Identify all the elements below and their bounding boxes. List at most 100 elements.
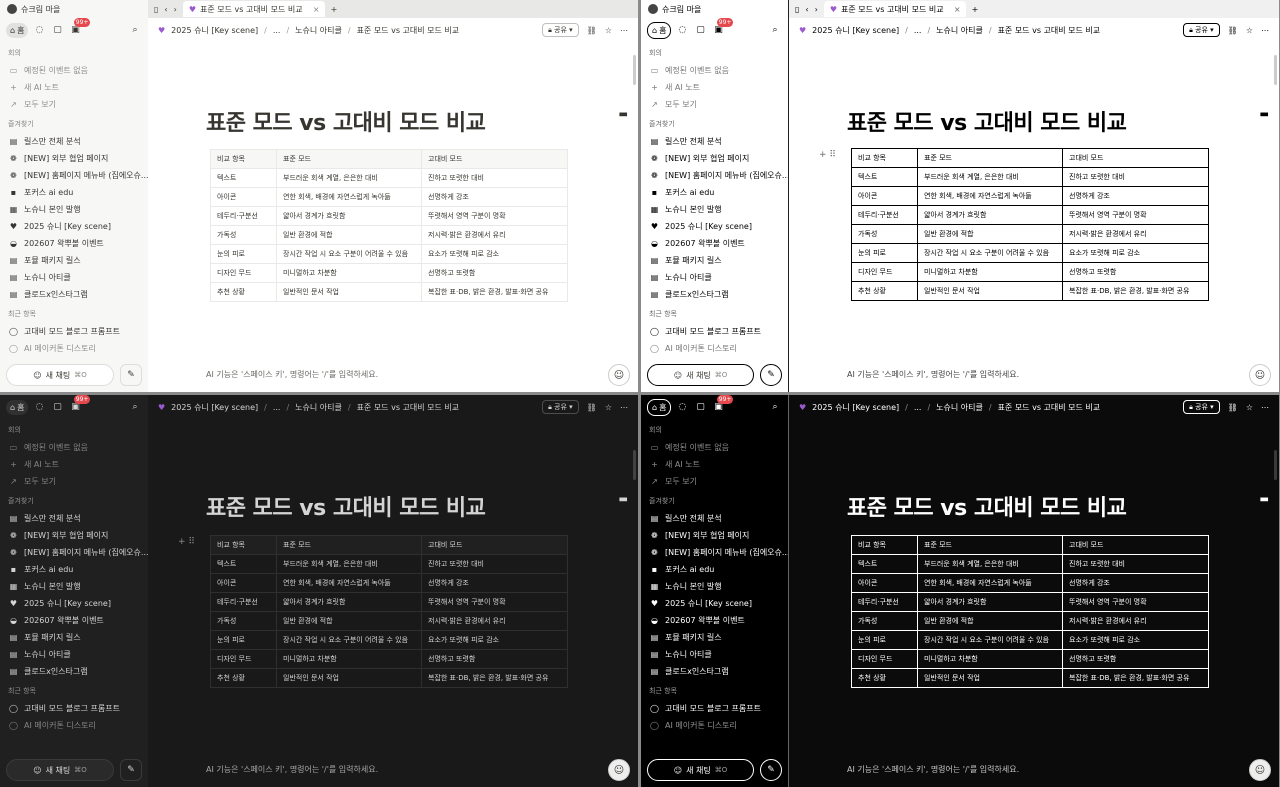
table-cell[interactable]: 얇아서 경계가 흐릿함: [917, 592, 1063, 612]
sidebar-item[interactable]: ▦ 노슈니 본인 발행: [641, 201, 788, 218]
table-cell[interactable]: 선명하게 강조: [1062, 573, 1209, 593]
table-cell[interactable]: 추천 상황: [851, 668, 918, 688]
outline-icon[interactable]: ▬: [619, 109, 628, 120]
sidebar-item[interactable]: ▭ 예정된 이벤트 없음: [0, 62, 148, 79]
sidebar-item[interactable]: ▪ 포커스 ai edu: [641, 561, 788, 578]
sidebar-item[interactable]: ▤ 클로드x인스타그램: [0, 663, 148, 680]
table-cell[interactable]: 선명하고 또렷함: [421, 649, 568, 669]
notes-icon[interactable]: ▢: [693, 400, 707, 414]
home-button[interactable]: ⌂ 홈: [647, 398, 672, 416]
table-cell[interactable]: 선명하게 강조: [421, 573, 568, 593]
table-cell[interactable]: 아이콘: [851, 573, 918, 593]
sidebar-item[interactable]: ▤ 클로드x인스타그램: [641, 663, 788, 680]
sidebar-item[interactable]: ◒ 202607 왁뿌볼 이벤트: [641, 612, 788, 629]
search-icon[interactable]: ⌕: [128, 23, 142, 37]
breadcrumb-parent[interactable]: 노슈니 아티클: [936, 402, 983, 413]
sidebar-item[interactable]: ▪ 포커스 ai edu: [0, 184, 148, 201]
table-header-cell[interactable]: 비교 항목: [210, 535, 277, 555]
sidebar-item[interactable]: + 새 AI 노트: [641, 456, 788, 473]
more-icon[interactable]: ⋯: [620, 403, 628, 412]
compose-icon[interactable]: ✎: [760, 759, 782, 781]
table-cell[interactable]: 텍스트: [851, 167, 918, 187]
sidebar-item[interactable]: ❁ [NEW] 홈페이지 메뉴바 (집에오슈...: [0, 167, 148, 184]
search-icon[interactable]: ⌕: [768, 400, 782, 414]
sidebar-toggle-icon[interactable]: ▯: [154, 5, 158, 14]
scrollbar[interactable]: [1274, 55, 1277, 85]
table-cell[interactable]: 선명하고 또렷함: [421, 263, 568, 283]
more-icon[interactable]: ⋯: [1261, 26, 1269, 35]
sidebar-item[interactable]: + 새 AI 노트: [0, 456, 148, 473]
table-cell[interactable]: 진하고 또렷한 대비: [421, 554, 568, 574]
table-cell[interactable]: 테두리·구분선: [851, 592, 918, 612]
table-cell[interactable]: 부드러운 회색 계열, 은은한 대비: [917, 554, 1063, 574]
table-cell[interactable]: 뚜렷해서 영역 구분이 명확: [1062, 205, 1209, 225]
compose-icon[interactable]: ✎: [120, 759, 142, 781]
notes-icon[interactable]: ▢: [693, 23, 707, 37]
search-icon[interactable]: ⌕: [768, 23, 782, 37]
notes-icon[interactable]: ▢: [50, 400, 64, 414]
sidebar-item[interactable]: ▦ 노슈니 본인 발행: [0, 578, 148, 595]
table-cell[interactable]: 연한 회색, 배경에 자연스럽게 녹아듦: [276, 573, 422, 593]
sidebar-item[interactable]: ▤ 노슈니 아티클: [641, 646, 788, 663]
table-cell[interactable]: 디자인 무드: [851, 262, 918, 282]
sidebar-item[interactable]: ↗ 모두 보기: [0, 473, 148, 490]
star-icon[interactable]: ☆: [1246, 403, 1253, 412]
breadcrumb-parent[interactable]: 노슈니 아티클: [295, 25, 342, 36]
sidebar-item[interactable]: ▭ 예정된 이벤트 없음: [641, 439, 788, 456]
breadcrumb-parent[interactable]: 노슈니 아티클: [295, 402, 342, 413]
sidebar-item[interactable]: ◯ 고대비 모드 블로그 프롬프트: [0, 323, 148, 340]
table-cell[interactable]: 추천 상황: [210, 668, 277, 688]
table-cell[interactable]: 저시력·밝은 환경에서 유리: [421, 225, 568, 245]
table-header-cell[interactable]: 비교 항목: [851, 535, 918, 555]
search-icon[interactable]: ⌕: [128, 400, 142, 414]
sidebar-item[interactable]: ❁ [NEW] 외부 협업 페이지: [641, 527, 788, 544]
chat-icon[interactable]: ◌: [32, 23, 46, 37]
sidebar-item[interactable]: ▤ 포뮬 패키지 릴스: [0, 252, 148, 269]
table-cell[interactable]: 복잡한 표·DB, 밝은 환경, 발표·화면 공유: [1062, 281, 1209, 301]
table-cell[interactable]: 아이콘: [210, 187, 277, 207]
sidebar-item[interactable]: ▤ 릴스만 전체 분석: [0, 133, 148, 150]
sidebar-item[interactable]: ▦ 노슈니 본인 발행: [0, 201, 148, 218]
more-icon[interactable]: ⋯: [1261, 403, 1269, 412]
inbox-icon[interactable]: ▣ 99+: [711, 395, 734, 414]
new-chat-button[interactable]: ☺ 새 채팅 ⌘O: [6, 364, 114, 386]
compose-icon[interactable]: ✎: [120, 364, 142, 386]
star-icon[interactable]: ☆: [605, 403, 612, 412]
table-cell[interactable]: 가독성: [210, 611, 277, 631]
table-header-cell[interactable]: 비교 항목: [851, 148, 918, 168]
ai-assistant-icon[interactable]: ☺: [608, 759, 630, 781]
table-header-cell[interactable]: 고대비 모드: [1062, 535, 1209, 555]
sidebar-item[interactable]: ❁ [NEW] 홈페이지 메뉴바 (집에오슈...: [641, 544, 788, 561]
sidebar-item[interactable]: ◯ AI 메이커톤 디스토리: [0, 717, 148, 734]
table-cell[interactable]: 연한 회색, 배경에 자연스럽게 녹아듦: [917, 573, 1063, 593]
sidebar-item[interactable]: ▤ 포뮬 패키지 릴스: [641, 629, 788, 646]
sidebar-item[interactable]: ◒ 202607 왁뿌볼 이벤트: [0, 612, 148, 629]
table-cell[interactable]: 선명하고 또렷함: [1062, 262, 1209, 282]
close-icon[interactable]: ×: [954, 5, 961, 14]
sidebar-item[interactable]: ◯ AI 메이커톤 디스토리: [641, 717, 788, 734]
sidebar-item[interactable]: + 새 AI 노트: [0, 79, 148, 96]
share-button[interactable]: 🔒︎ 공유 ▾: [542, 400, 579, 414]
table-header-cell[interactable]: 표준 모드: [917, 535, 1063, 555]
table-cell[interactable]: 눈의 피로: [210, 244, 277, 264]
table-cell[interactable]: 장시간 작업 시 요소 구분이 어려울 수 있음: [917, 243, 1063, 263]
scrollbar[interactable]: [633, 55, 636, 85]
table-cell[interactable]: 일반 환경에 적합: [917, 611, 1063, 631]
share-button[interactable]: 🔒︎ 공유 ▾: [1183, 23, 1220, 37]
compose-icon[interactable]: ✎: [760, 364, 782, 386]
table-cell[interactable]: 일반적인 문서 작업: [276, 282, 422, 302]
sidebar-item[interactable]: ❁ [NEW] 외부 협업 페이지: [0, 527, 148, 544]
table-cell[interactable]: 미니멀하고 차분함: [917, 262, 1063, 282]
sidebar-item[interactable]: ▪ 포커스 ai edu: [641, 184, 788, 201]
link-icon[interactable]: ⛓: [587, 26, 597, 35]
table-cell[interactable]: 연한 회색, 배경에 자연스럽게 녹아듦: [276, 187, 422, 207]
new-chat-button[interactable]: ☺ 새 채팅 ⌘O: [647, 759, 754, 781]
ai-hint-placeholder[interactable]: AI 기능은 '스페이스 키', 명령어는 '/'를 입력하세요.: [847, 764, 1019, 775]
table-cell[interactable]: 일반 환경에 적합: [276, 611, 422, 631]
table-cell[interactable]: 진하고 또렷한 대비: [1062, 167, 1209, 187]
table-cell[interactable]: 요소가 또렷해 피로 감소: [1062, 243, 1209, 263]
ai-hint-placeholder[interactable]: AI 기능은 '스페이스 키', 명령어는 '/'를 입력하세요.: [206, 369, 378, 380]
notes-icon[interactable]: ▢: [50, 23, 64, 37]
table-cell[interactable]: 장시간 작업 시 요소 구분이 어려울 수 있음: [917, 630, 1063, 650]
sidebar-item[interactable]: ❁ [NEW] 외부 협업 페이지: [0, 150, 148, 167]
